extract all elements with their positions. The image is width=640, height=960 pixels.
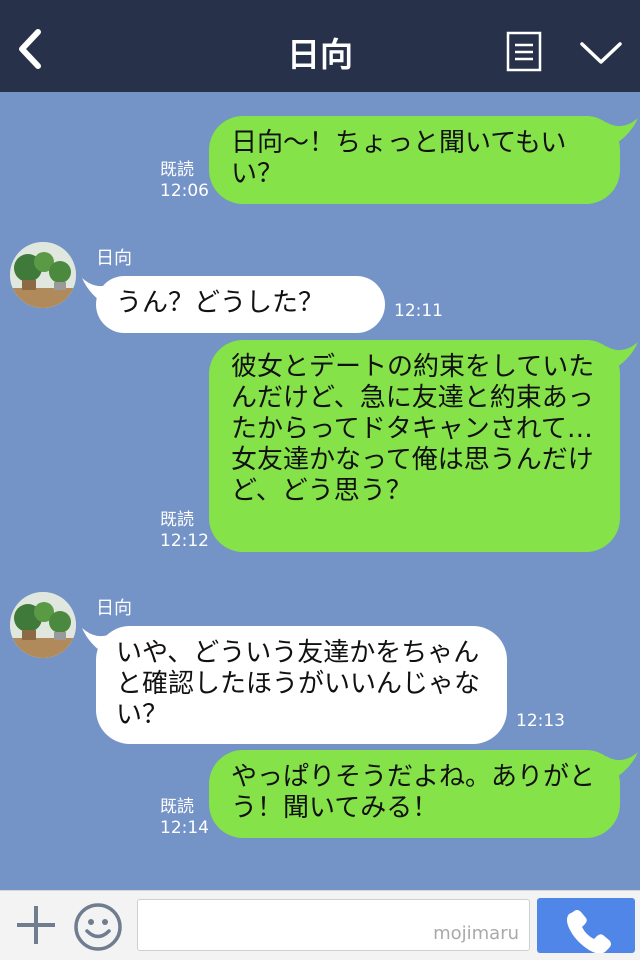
bubble-tail: [606, 342, 638, 370]
message-input-bar: mojimaru: [0, 890, 640, 960]
read-status: 既読 12:06: [160, 160, 209, 202]
emoji-button[interactable]: [73, 902, 123, 952]
outgoing-message-bubble[interactable]: 彼女とデートの約束をしていたんだけど、急に友達と約束あったからってドタキャンされ…: [209, 340, 620, 552]
avatar[interactable]: [10, 592, 76, 658]
read-label: 既読: [160, 510, 194, 530]
incoming-message-bubble[interactable]: いや、どういう友達かをちゃんと確認したほうがいいんじゃない？: [96, 626, 507, 744]
chevron-down-icon: [580, 42, 622, 64]
avatar[interactable]: [10, 242, 76, 308]
read-label: 既読: [160, 797, 194, 817]
notes-button[interactable]: [506, 31, 542, 72]
bubble-tail: [606, 752, 638, 780]
collapse-button[interactable]: [578, 36, 624, 68]
outgoing-message-bubble[interactable]: やっぱりそうだよね。ありがとう！聞いてみる！: [209, 750, 620, 838]
sender-name: 日向: [96, 248, 132, 269]
message-text: 日向〜！ちょっと聞いてもいい？: [231, 128, 567, 189]
avatar-plant-icon: [10, 242, 76, 308]
message-input[interactable]: mojimaru: [137, 899, 530, 951]
attach-button[interactable]: [14, 903, 58, 947]
smiley-icon: [74, 903, 122, 951]
incoming-message-bubble[interactable]: うん？どうした？: [96, 276, 385, 333]
bubble-tail: [606, 118, 638, 146]
message-time: 12:14: [160, 818, 209, 838]
message-text: いや、どういう友達かをちゃんと確認したほうがいいんじゃない？: [116, 638, 481, 730]
sender-name: 日向: [96, 598, 132, 619]
message-time: 12:06: [160, 181, 209, 201]
avatar-plant-icon: [10, 592, 76, 658]
message-time: 12:11: [394, 301, 443, 321]
message-time: 12:12: [160, 531, 209, 551]
message-text: 彼女とデートの約束をしていたんだけど、急に友達と約束あったからってドタキャンされ…: [231, 352, 595, 506]
chat-title: 日向: [287, 35, 353, 74]
message-text: うん？どうした？: [116, 288, 325, 318]
notes-icon: [506, 31, 542, 72]
message-time: 12:13: [516, 711, 565, 731]
chat-header: 日向: [0, 0, 640, 92]
read-label: 既読: [160, 160, 194, 180]
phone-icon: [567, 910, 611, 954]
watermark-text: mojimaru: [433, 923, 519, 944]
plus-icon: [17, 906, 55, 944]
call-button[interactable]: [537, 898, 635, 954]
message-text: やっぱりそうだよね。ありがとう！聞いてみる！: [231, 762, 596, 823]
read-status: 既読 12:12: [160, 510, 209, 552]
read-status: 既読 12:14: [160, 797, 209, 839]
outgoing-message-bubble[interactable]: 日向〜！ちょっと聞いてもいい？: [209, 116, 620, 204]
